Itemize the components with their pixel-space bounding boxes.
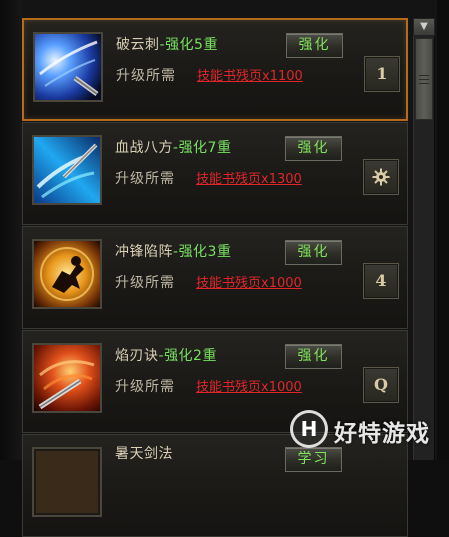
skill-row-2[interactable]: 血战八方-强化7重 升级所需 技能书残页x1300 强化 — [22, 122, 408, 225]
skill-level: 强化2重 — [164, 348, 217, 364]
scrollbar-thumb[interactable] — [415, 38, 433, 120]
partial-skill-icon[interactable] — [32, 447, 102, 517]
panel-right-edge — [437, 0, 449, 460]
requirement-item-link[interactable]: 技能书残页x1100 — [197, 65, 303, 84]
skill-name: 焰刃诀 — [115, 348, 159, 364]
hotkey-slot[interactable]: 1 — [364, 56, 400, 92]
upgrade-button[interactable]: 强化 — [285, 344, 342, 369]
scroll-arrow-icon[interactable]: ▼ — [413, 18, 435, 36]
skill-title: 破云刺-强化5重 — [116, 34, 218, 54]
skill-title: 血战八方-强化7重 — [115, 137, 231, 157]
skill-name: 破云刺 — [116, 37, 160, 53]
upgrade-button[interactable]: 强化 — [286, 33, 343, 58]
skill-title: 冲锋陷阵-强化3重 — [115, 241, 231, 261]
requirement-item-link[interactable]: 技能书残页x1000 — [196, 376, 302, 395]
skill-name: 冲锋陷阵 — [115, 244, 173, 260]
cyan-blade-sweep-icon[interactable] — [32, 135, 102, 205]
site-watermark: H 好特游戏 — [290, 408, 440, 452]
skill-row-3[interactable]: 冲锋陷阵-强化3重 升级所需 技能书残页x1000 强化 4 — [22, 226, 408, 329]
skill-level: 强化3重 — [178, 244, 232, 260]
watermark-text: 好特游戏 — [334, 421, 430, 447]
requirement-item-link[interactable]: 技能书残页x1000 — [196, 272, 302, 291]
skill-level: 强化7重 — [178, 140, 232, 156]
skill-row-1[interactable]: 破云刺-强化5重 升级所需 技能书残页x1100 强化 1 — [22, 18, 408, 121]
requirement-label: 升级所需 — [116, 68, 176, 84]
hotkey-slot[interactable]: 4 — [363, 263, 399, 299]
hotkey-slot[interactable]: Q — [363, 367, 399, 403]
panel-left-edge — [0, 0, 22, 460]
requirement-label: 升级所需 — [115, 379, 175, 395]
upgrade-button[interactable]: 强化 — [285, 240, 342, 265]
watermark-logo-icon: H — [290, 410, 328, 448]
golden-charge-icon[interactable] — [32, 239, 102, 309]
requirement-label: 升级所需 — [115, 275, 175, 291]
skill-title: 暑天剑法 — [115, 443, 173, 463]
hotkey-slot[interactable] — [363, 159, 399, 195]
requirement-label: 升级所需 — [115, 171, 175, 187]
requirement-item-link[interactable]: 技能书残页x1300 — [196, 168, 302, 187]
blue-spear-thrust-icon[interactable] — [33, 32, 103, 102]
skill-list: 破云刺-强化5重 升级所需 技能书残页x1100 强化 1 血战八方-强化7重 … — [22, 0, 410, 537]
thumb-grip-line — [419, 83, 429, 84]
gear-icon — [372, 168, 390, 186]
flame-blade-icon[interactable] — [32, 343, 102, 413]
skill-title: 焰刃诀-强化2重 — [115, 345, 217, 365]
thumb-grip-line — [419, 79, 429, 80]
upgrade-button[interactable]: 强化 — [285, 136, 342, 161]
skill-level: 强化5重 — [165, 37, 218, 53]
skill-name: 血战八方 — [115, 140, 173, 156]
thumb-grip-line — [419, 75, 429, 76]
